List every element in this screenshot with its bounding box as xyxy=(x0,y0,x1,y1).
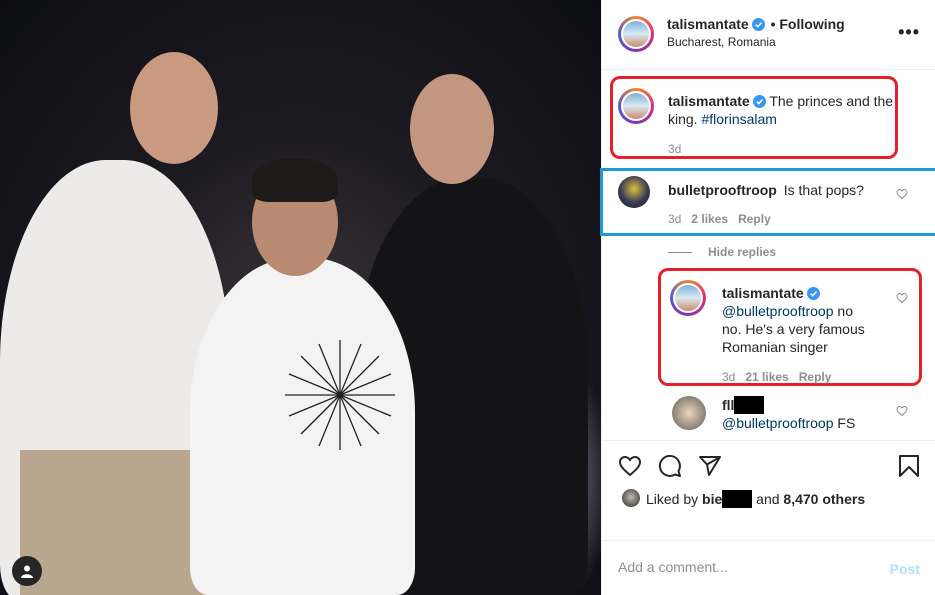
reply-mention[interactable]: @bulletprooftroop xyxy=(722,303,834,319)
caption-avatar[interactable] xyxy=(618,88,654,124)
caption-hashtag[interactable]: #florinsalam xyxy=(701,111,776,127)
caption-text-block: talismantate The princes and the king. #… xyxy=(668,92,898,128)
hide-replies-label[interactable]: Hide replies xyxy=(708,245,776,259)
post-header: talismantate • Following Bucharest, Roma… xyxy=(602,0,935,70)
comment-avatar[interactable] xyxy=(618,176,650,208)
share-icon[interactable] xyxy=(698,454,722,478)
comment-icon[interactable] xyxy=(658,454,682,478)
shirt-starburst-graphic xyxy=(285,340,395,450)
reply-author[interactable]: talismantate xyxy=(722,285,804,301)
more-options-icon[interactable]: ••• xyxy=(898,22,920,43)
redacted-username xyxy=(734,396,765,414)
heart-icon[interactable] xyxy=(896,292,908,304)
person-right-head xyxy=(410,74,494,184)
reply-text-block: fll @bulletprooftroop FS xyxy=(722,396,897,432)
likes-prefix: Liked by xyxy=(646,491,699,507)
heart-icon[interactable] xyxy=(896,405,908,417)
likes-summary: Liked by bie and 8,470 others xyxy=(646,490,865,508)
post-details-panel: talismantate • Following Bucharest, Roma… xyxy=(600,0,935,595)
comment-author[interactable]: bulletprooftroop xyxy=(668,182,777,198)
add-comment-input[interactable] xyxy=(618,559,868,575)
user-tag-icon[interactable] xyxy=(12,556,42,586)
comment-text-block: bulletprooftroop Is that pops? xyxy=(668,181,888,199)
comment-text: Is that pops? xyxy=(783,182,864,198)
follow-status[interactable]: • Following xyxy=(771,16,845,32)
person-left-head xyxy=(130,52,218,164)
post-actions: Liked by bie and 8,470 others xyxy=(602,440,935,540)
reply-text: FS xyxy=(837,415,856,431)
reply-likes[interactable]: 21 likes xyxy=(745,370,788,384)
comment-likes[interactable]: 2 likes xyxy=(691,212,728,226)
reply-text-block: talismantate @bulletprooftroop no no. He… xyxy=(722,284,872,356)
verified-icon xyxy=(806,287,820,300)
liker-username[interactable]: bie xyxy=(702,491,722,507)
author-avatar[interactable] xyxy=(618,16,654,52)
post-comment-button[interactable]: Post xyxy=(890,561,920,577)
add-comment-bar: Post xyxy=(602,540,935,595)
reply-avatar[interactable] xyxy=(670,280,706,316)
reply-meta: 3d 21 likes Reply xyxy=(722,370,831,384)
liker-avatar[interactable] xyxy=(622,489,640,507)
person-center-hair xyxy=(252,158,338,202)
comment-meta: 3d 2 likes Reply xyxy=(668,212,771,226)
reply-mention[interactable]: @bulletprooftroop xyxy=(722,415,834,431)
heart-icon[interactable] xyxy=(618,454,642,478)
redacted-username xyxy=(722,490,753,508)
author-username[interactable]: talismantate xyxy=(667,16,749,32)
hide-replies-toggle[interactable]: Hide replies xyxy=(668,245,776,259)
reply-time[interactable]: 3d xyxy=(722,370,735,384)
caption-time[interactable]: 3d xyxy=(668,142,681,156)
comment-reply-button[interactable]: Reply xyxy=(738,212,771,226)
post-location[interactable]: Bucharest, Romania xyxy=(667,35,776,49)
reply-author[interactable]: fll xyxy=(722,397,734,413)
header-author-line: talismantate • Following xyxy=(667,16,845,32)
heart-icon[interactable] xyxy=(896,188,908,200)
verified-icon xyxy=(752,95,766,108)
post-photo[interactable] xyxy=(0,0,601,595)
caption-author[interactable]: talismantate xyxy=(668,93,750,109)
verified-icon xyxy=(751,18,765,31)
reply-reply-button[interactable]: Reply xyxy=(799,370,832,384)
save-icon[interactable] xyxy=(898,454,920,478)
reply-avatar[interactable] xyxy=(672,396,706,430)
likes-others[interactable]: 8,470 others xyxy=(783,491,865,507)
likes-middle: and xyxy=(756,491,780,507)
comment-time[interactable]: 3d xyxy=(668,212,681,226)
hide-replies-line xyxy=(668,251,692,253)
